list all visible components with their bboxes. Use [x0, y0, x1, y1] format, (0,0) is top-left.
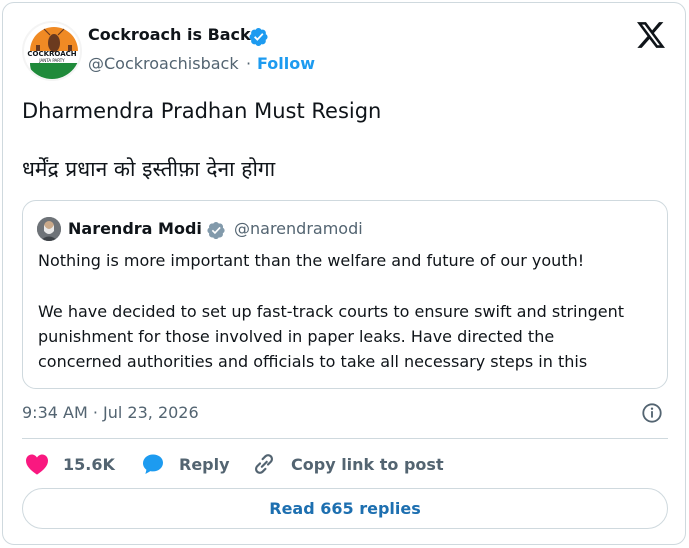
author-avatar[interactable]: COCKROACH JANTA PARTY: [22, 21, 82, 81]
person-photo-icon: [37, 217, 61, 241]
read-replies-button[interactable]: Read 665 replies: [22, 488, 668, 529]
quoted-tweet[interactable]: Narendra Modi @narendramodi Nothing is m…: [22, 200, 668, 389]
author-handle[interactable]: @Cockroachisback: [88, 54, 239, 73]
follow-button[interactable]: Follow: [257, 54, 315, 73]
tweet-text-hindi: धर्मेंद्र प्रधान को इस्तीफ़ा देना होगा: [22, 157, 276, 181]
quote-author-name: Narendra Modi: [68, 219, 202, 238]
verified-badge-icon: [249, 28, 268, 46]
post-timestamp[interactable]: 9:34 AM · Jul 23, 2026: [22, 403, 199, 422]
quote-author-avatar[interactable]: [37, 217, 61, 241]
like-button[interactable]: 15.6K: [25, 450, 115, 478]
tweet-text-english: Dharmendra Pradhan Must Resign: [22, 99, 382, 123]
quote-text-line: We have decided to set up fast-track cou…: [38, 302, 625, 321]
quote-author-handle: @narendramodi: [234, 219, 363, 238]
reply-bubble-icon: [143, 454, 163, 474]
info-icon[interactable]: [641, 402, 663, 424]
x-logo-icon[interactable]: [637, 22, 665, 48]
divider: [22, 438, 668, 439]
link-icon: [254, 454, 274, 474]
heart-icon: [26, 454, 48, 475]
reply-button[interactable]: Reply: [141, 450, 230, 478]
quote-text-line: punishment for those involved in paper l…: [38, 327, 555, 346]
quote-text-line: Nothing is more important than the welfa…: [38, 251, 585, 270]
reply-label: Reply: [179, 454, 230, 474]
like-count: 15.6K: [63, 454, 115, 474]
gray-verified-badge-icon: [207, 221, 225, 240]
copy-link-label: Copy link to post: [291, 454, 444, 474]
avatar-text-bottom: JANTA PARTY: [39, 58, 65, 63]
quote-text-line: concerned authorities and officials to t…: [38, 352, 588, 371]
copy-link-button[interactable]: Copy link to post: [251, 450, 444, 478]
separator-dot: ·: [246, 54, 252, 73]
author-name[interactable]: Cockroach is Back: [88, 25, 251, 44]
tweet-card: COCKROACH JANTA PARTY Cockroach is Back …: [2, 2, 686, 545]
read-replies-label: Read 665 replies: [269, 499, 421, 518]
avatar-text-top: COCKROACH: [27, 50, 77, 58]
